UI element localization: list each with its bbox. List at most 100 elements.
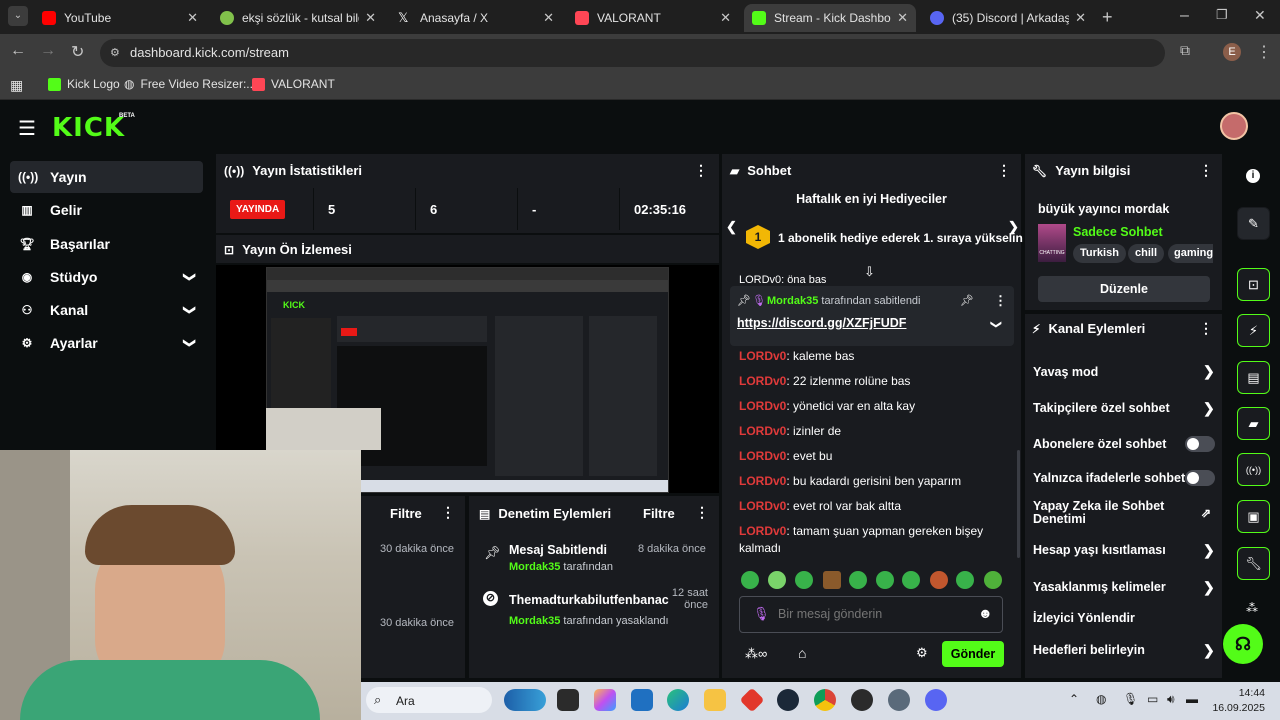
emote-icon[interactable]: [984, 571, 1002, 589]
more-options-icon[interactable]: ⋮: [694, 162, 708, 179]
clock-time[interactable]: 14:44: [1211, 687, 1265, 699]
action-goals[interactable]: Hedefleri belirleyin: [1033, 643, 1145, 657]
sidebar-item-studyo[interactable]: ◉ Stüdyo ❯: [10, 261, 203, 293]
more-options-icon[interactable]: ⋮: [441, 504, 455, 521]
discord-icon[interactable]: [925, 689, 947, 711]
subscribers-only-toggle[interactable]: [1185, 436, 1215, 452]
volume-icon[interactable]: 🔊︎: [1167, 692, 1175, 707]
action-followers-only[interactable]: Takipçilere özel sohbet: [1033, 401, 1170, 415]
back-button[interactable]: ←: [10, 42, 26, 60]
wrench-icon[interactable]: 🔧︎: [1237, 547, 1270, 580]
new-tab-button[interactable]: +: [1102, 7, 1113, 28]
emote-icon[interactable]: [849, 571, 867, 589]
tag-chip[interactable]: gaming: [1168, 244, 1213, 263]
chevron-down-icon[interactable]: ❯: [183, 338, 197, 348]
chevron-down-icon[interactable]: ❯: [183, 305, 197, 315]
tray-app-icon[interactable]: ◍: [1096, 692, 1106, 706]
emote-icon[interactable]: [795, 571, 813, 589]
chat-username[interactable]: LORDv0: [739, 449, 786, 463]
chat-bubble-icon[interactable]: ▰: [1237, 407, 1270, 440]
share-dots-icon[interactable]: ⁂: [1246, 601, 1258, 615]
extensions-icon[interactable]: ⧉: [1180, 42, 1190, 59]
battery-icon[interactable]: ▬: [1186, 692, 1198, 706]
minimize-button[interactable]: –: [1180, 7, 1189, 25]
tab-eksi[interactable]: ekşi sözlük - kutsal bilgi ka ✕: [212, 4, 384, 32]
pinned-link[interactable]: https://discord.gg/XZFjFUDF: [737, 316, 906, 330]
video-icon[interactable]: ▣: [1237, 500, 1270, 533]
copilot-icon[interactable]: [594, 689, 616, 711]
chat-username[interactable]: LORDv0: [739, 399, 786, 413]
action-account-age[interactable]: Hesap yaşı kısıtlaması: [1033, 543, 1166, 557]
network-icon[interactable]: ▭: [1147, 692, 1158, 706]
edge-icon[interactable]: [667, 689, 689, 711]
emote-icon[interactable]: [956, 571, 974, 589]
bookmark-valorant[interactable]: VALORANT: [252, 77, 335, 91]
apps-icon[interactable]: ▦: [10, 77, 23, 94]
more-options-icon[interactable]: ⋮: [994, 293, 1007, 309]
gifters-prev-arrow[interactable]: ❮: [726, 219, 737, 235]
chat-settings-gear-icon[interactable]: ⚙: [916, 645, 928, 661]
chat-username[interactable]: LORDv0: [739, 499, 786, 513]
moderator-name[interactable]: Mordak35: [509, 615, 560, 627]
notes-icon[interactable]: ▤: [1237, 361, 1270, 394]
info-icon[interactable]: i: [1246, 169, 1260, 183]
chat-message-input[interactable]: [778, 604, 968, 624]
sidebar-item-kanal[interactable]: ⚇ Kanal ❯: [10, 294, 203, 326]
tab-x[interactable]: 𝕏 Anasayfa / X ✕: [390, 4, 562, 32]
stats-dots-icon[interactable]: ⁂∞: [745, 646, 767, 662]
chat-username[interactable]: LORDv0: [739, 474, 786, 488]
chevron-right-icon[interactable]: ❯: [1203, 400, 1215, 417]
tab-search-icon[interactable]: ⌄: [8, 6, 28, 26]
tag-chip[interactable]: Turkish: [1073, 244, 1126, 263]
hamburger-menu-icon[interactable]: ☰: [18, 116, 36, 141]
chat-username[interactable]: LORDv0: [739, 524, 786, 538]
sidebar-item-gelir[interactable]: ▥ Gelir: [10, 194, 203, 226]
store-icon[interactable]: ⌂: [798, 645, 806, 661]
user-avatar[interactable]: [1220, 112, 1248, 140]
chat-username[interactable]: LORDv0: [739, 374, 786, 388]
moderator-name[interactable]: Mordak35: [509, 561, 560, 573]
send-button[interactable]: Gönder: [942, 641, 1004, 667]
tab-discord[interactable]: (35) Discord | Arkadaşlar ✕: [922, 4, 1094, 32]
sidebar-item-basarilar[interactable]: 🏆︎ Başarılar: [10, 228, 203, 260]
unpin-icon[interactable]: 📌︎: [960, 294, 974, 307]
support-headset-icon[interactable]: ☊: [1223, 624, 1263, 664]
chat-scrollbar[interactable]: [1017, 450, 1020, 558]
steam-icon[interactable]: [777, 689, 799, 711]
category-link[interactable]: Sadece Sohbet: [1073, 225, 1163, 239]
mic-badge-icon[interactable]: 🎙︎: [753, 606, 770, 622]
close-icon[interactable]: ✕: [187, 10, 198, 26]
more-options-icon[interactable]: ⋮: [997, 162, 1011, 179]
chevron-down-icon[interactable]: ❯: [183, 272, 197, 282]
browser-menu-icon[interactable]: ⋮: [1256, 42, 1272, 62]
site-info-icon[interactable]: ⚙: [110, 39, 120, 67]
sidebar-item-ayarlar[interactable]: ⚙ Ayarlar ❯: [10, 327, 203, 359]
emote-icon[interactable]: [768, 571, 786, 589]
close-icon[interactable]: ✕: [1075, 10, 1086, 26]
external-link-icon[interactable]: ⇗: [1201, 506, 1211, 520]
broadcast-icon[interactable]: ((•)): [1237, 453, 1270, 486]
close-icon[interactable]: ✕: [720, 10, 731, 26]
action-banned-words[interactable]: Yasaklanmış kelimeler: [1033, 580, 1166, 594]
task-view-icon[interactable]: [557, 689, 579, 711]
widgets-icon[interactable]: [504, 689, 546, 711]
emote-icon[interactable]: [823, 571, 841, 589]
tab-kick-dashboard[interactable]: Stream - Kick Dashboard ✕: [744, 4, 916, 32]
window-close-button[interactable]: ✕: [1254, 7, 1266, 24]
more-options-icon[interactable]: ⋮: [695, 504, 709, 521]
chrome-icon[interactable]: [814, 689, 836, 711]
reload-button[interactable]: ↻: [71, 42, 84, 62]
close-icon[interactable]: ✕: [543, 10, 554, 26]
taskbar-search[interactable]: [366, 687, 492, 713]
filter-button[interactable]: Filtre: [390, 506, 422, 521]
action-ai-moderation[interactable]: Yapay Zeka ile Sohbet Denetimi: [1033, 500, 1173, 526]
action-slow-mode[interactable]: Yavaş mod: [1033, 365, 1098, 379]
file-explorer-icon[interactable]: [704, 689, 726, 711]
chevron-right-icon[interactable]: ❯: [1203, 363, 1215, 380]
clock-date[interactable]: 16.09.2025: [1203, 702, 1265, 714]
tray-chevron-icon[interactable]: ⌃: [1069, 692, 1079, 706]
lightning-icon[interactable]: ⚡︎: [1237, 314, 1270, 347]
chevron-right-icon[interactable]: ❯: [1203, 642, 1215, 659]
chevron-right-icon[interactable]: ❯: [1203, 542, 1215, 559]
url-field[interactable]: ⚙ dashboard.kick.com/stream: [100, 39, 1165, 67]
